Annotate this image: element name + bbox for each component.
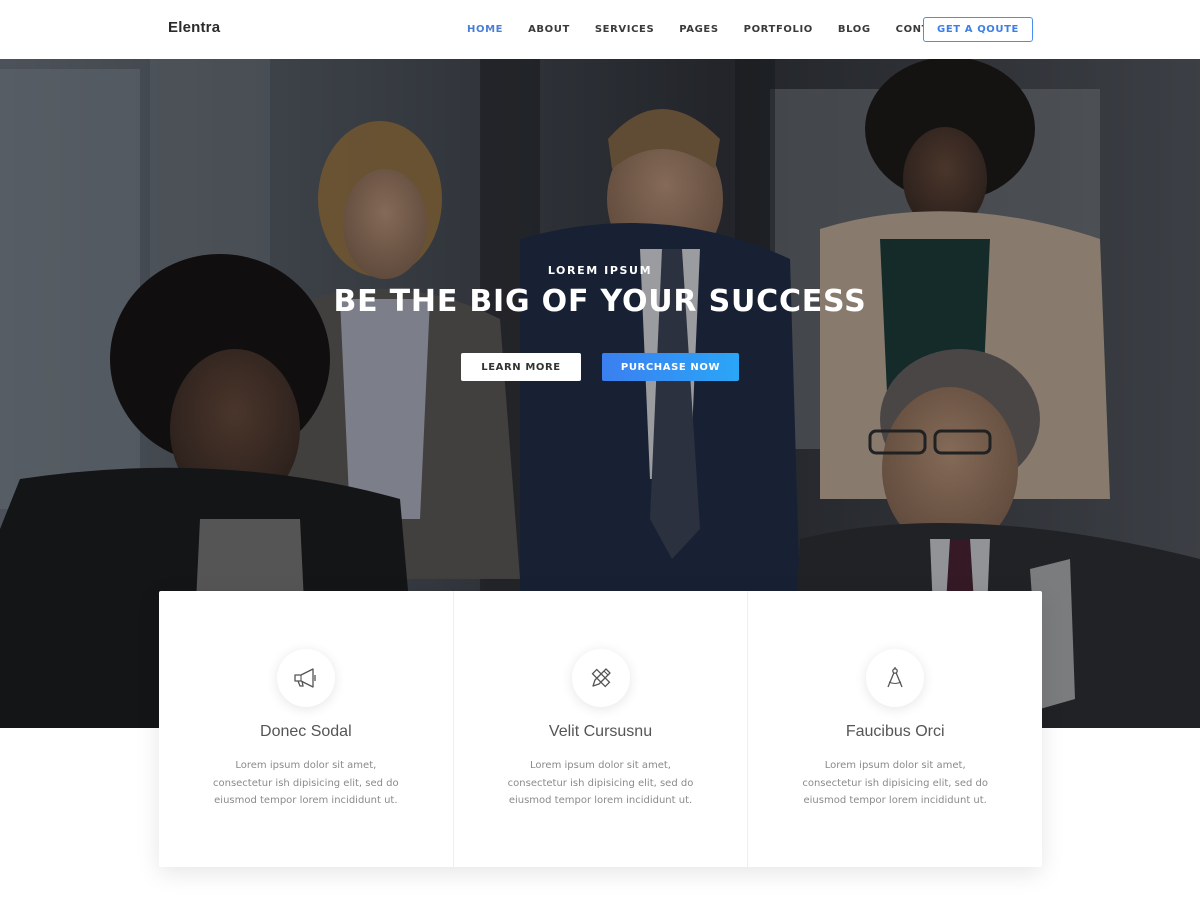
- pencil-ruler-icon: [571, 649, 630, 707]
- feature-card: Donec Sodal Lorem ipsum dolor sit amet, …: [159, 591, 454, 867]
- nav-item-services[interactable]: SERVICES: [595, 24, 654, 35]
- feature-title: Faucibus Orci: [845, 723, 945, 740]
- features-panel: Donec Sodal Lorem ipsum dolor sit amet, …: [159, 591, 1042, 867]
- feature-title: Donec Sodal: [260, 723, 352, 740]
- feature-description: Lorem ipsum dolor sit amet, consectetur …: [802, 760, 988, 806]
- site-header: Elentra HOME ABOUT SERVICES PAGES PORTFO…: [0, 0, 1200, 59]
- site-logo[interactable]: Elentra: [168, 19, 220, 36]
- nav-item-portfolio[interactable]: PORTFOLIO: [744, 24, 813, 35]
- feature-card: Velit Cursusnu Lorem ipsum dolor sit ame…: [454, 591, 749, 867]
- compass-icon: [866, 649, 925, 707]
- feature-description: Lorem ipsum dolor sit amet, consectetur …: [507, 760, 694, 806]
- main-nav: HOME ABOUT SERVICES PAGES PORTFOLIO BLOG…: [467, 0, 977, 59]
- purchase-now-button[interactable]: PURCHASE NOW: [602, 353, 739, 381]
- feature-card: Faucibus Orci Lorem ipsum dolor sit amet…: [748, 591, 1042, 867]
- nav-item-pages[interactable]: PAGES: [679, 24, 718, 35]
- feature-description: Lorem ipsum dolor sit amet, consectetur …: [212, 760, 399, 806]
- get-quote-button[interactable]: GET A QOUTE: [923, 17, 1033, 42]
- nav-item-home[interactable]: HOME: [467, 24, 503, 35]
- hero-subtitle: LOREM IPSUM: [547, 264, 653, 277]
- megaphone-icon: [276, 649, 335, 707]
- nav-item-about[interactable]: ABOUT: [528, 24, 570, 35]
- nav-item-blog[interactable]: BLOG: [838, 24, 871, 35]
- learn-more-button[interactable]: LEARN MORE: [461, 353, 581, 381]
- hero-title: BE THE BIG OF YOUR SUCCESS: [333, 284, 867, 319]
- feature-title: Velit Cursusnu: [548, 723, 653, 740]
